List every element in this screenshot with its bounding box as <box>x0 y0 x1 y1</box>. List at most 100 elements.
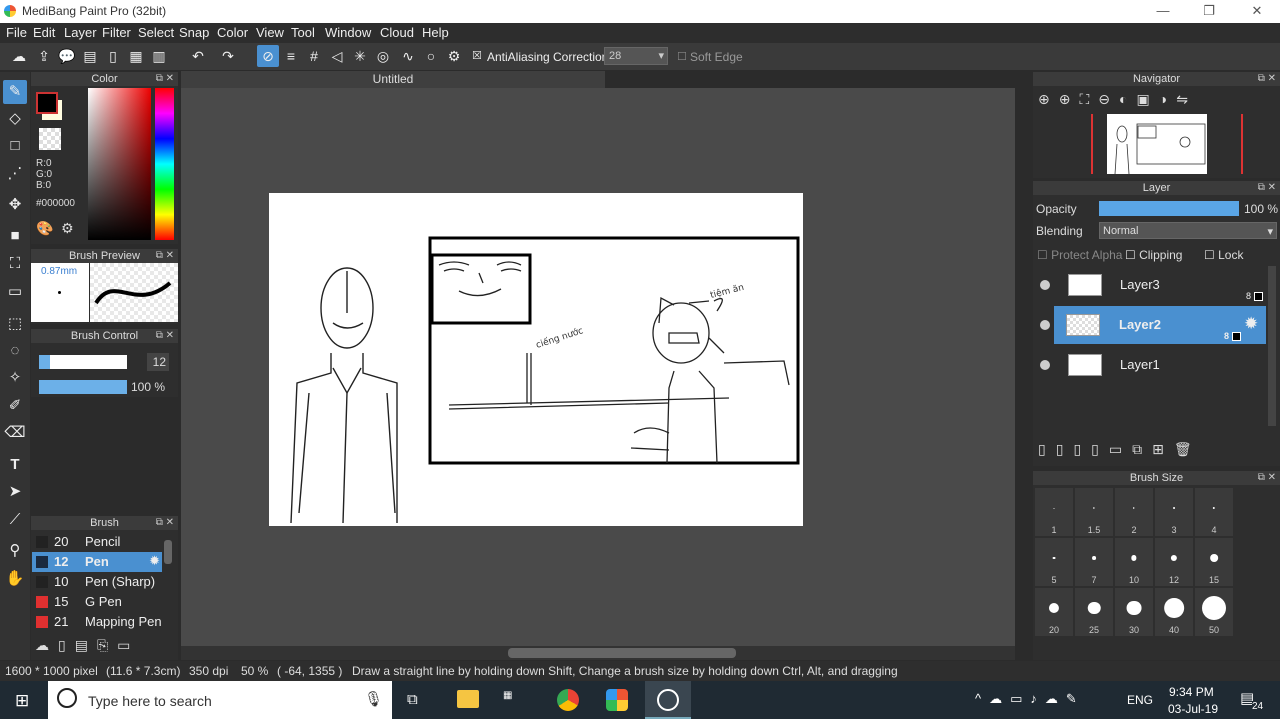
clock-date[interactable]: 03-Jul-19 <box>1168 702 1218 716</box>
add-brush-menu-icon[interactable]: ▤ <box>75 637 97 653</box>
navigator-thumbnail[interactable] <box>1107 114 1207 175</box>
bucket-tool-icon[interactable]: ⛶ <box>3 252 27 276</box>
duplicate-layer-icon[interactable]: ⧉ <box>1132 441 1152 457</box>
panel-close-icon[interactable]: ⧉ ✕ <box>156 516 174 530</box>
perspective-snap-icon[interactable]: ◁ <box>326 45 348 67</box>
foreground-color-swatch[interactable] <box>36 92 58 114</box>
brush-size-slider[interactable] <box>39 355 127 369</box>
panel-close-icon[interactable]: ⧉ ✕ <box>156 249 174 263</box>
brush-size-cell[interactable]: 30 <box>1115 588 1153 636</box>
chrome-icon[interactable] <box>557 689 579 711</box>
brush-size-cell[interactable]: 10 <box>1115 538 1153 586</box>
delete-layer-icon[interactable]: 🗑 <box>1174 441 1202 457</box>
visibility-icon[interactable] <box>1040 360 1050 370</box>
dot-brush-icon[interactable]: ⋰ <box>3 162 27 186</box>
hue-slider[interactable] <box>155 88 174 240</box>
rotate-left-icon[interactable]: ◐ <box>1119 91 1136 107</box>
magic-wand-icon[interactable]: ✧ <box>3 366 27 390</box>
brush-size-cell[interactable]: 50 <box>1195 588 1233 636</box>
task-view-icon[interactable]: ⧉ <box>407 691 418 708</box>
gradient-tool-icon[interactable]: ▭ <box>3 280 27 304</box>
brush-copy-icon[interactable]: ⎘ <box>97 637 117 653</box>
select-eraser-icon[interactable]: ⌫ <box>3 421 27 445</box>
horizontal-scroll-track[interactable] <box>181 646 1015 660</box>
layer-opacity-slider[interactable] <box>1099 201 1239 216</box>
text-tool-icon[interactable]: T <box>3 453 27 477</box>
layer-settings-icon[interactable]: ✹ <box>1244 314 1258 334</box>
brush-size-cell[interactable]: 20 <box>1035 588 1073 636</box>
close-button[interactable]: ✕ <box>1247 3 1267 19</box>
clock-time[interactable]: 9:34 PM <box>1169 685 1214 699</box>
menu-layer[interactable]: Layer <box>64 25 97 40</box>
snap-settings-icon[interactable]: ⚙ <box>443 45 465 67</box>
panel-close-icon[interactable]: ⧉ ✕ <box>156 329 174 343</box>
select-rect-icon[interactable]: ⬚ <box>3 312 27 336</box>
microphone-icon[interactable]: 🎙 <box>364 690 383 708</box>
brush-opacity-slider[interactable] <box>39 380 127 394</box>
menu-help[interactable]: Help <box>422 25 449 40</box>
menu-file[interactable]: File <box>6 25 27 40</box>
antialias-checkbox[interactable]: ☒ <box>472 49 482 62</box>
brush-size-cell[interactable]: 25 <box>1075 588 1113 636</box>
brush-size-cell[interactable]: 40 <box>1155 588 1193 636</box>
menu-cloud[interactable]: Cloud <box>380 25 414 40</box>
rectangle-tool-icon[interactable]: □ <box>3 134 27 158</box>
panel-close-icon[interactable]: ⧉ ✕ <box>1258 72 1276 86</box>
fill-shape-icon[interactable]: ■ <box>3 224 27 248</box>
input-language[interactable]: ENG <box>1127 693 1153 707</box>
brush-size-cell[interactable]: 4 <box>1195 488 1233 536</box>
brush-item-selected[interactable]: 12 Pen ✹ <box>32 552 162 572</box>
maximize-button[interactable]: ❐ <box>1199 3 1219 19</box>
brush-tool-icon[interactable]: ✎ <box>3 80 27 104</box>
layer-list-scrollbar[interactable] <box>1268 266 1276 426</box>
menu-tool[interactable]: Tool <box>291 25 315 40</box>
operation-tool-icon[interactable]: ➤ <box>3 480 27 504</box>
parallel-snap-icon[interactable]: ≡ <box>280 45 302 67</box>
fit-window-icon[interactable]: ⛶ <box>1079 91 1098 107</box>
brush-size-cell[interactable]: 2 <box>1115 488 1153 536</box>
lock-checkbox[interactable]: ☐ Lock <box>1204 248 1243 262</box>
volume-icon[interactable]: ♪ <box>1030 691 1045 706</box>
brush-size-cell[interactable]: 1 <box>1035 488 1073 536</box>
brush-settings-icon[interactable]: ✹ <box>149 553 160 569</box>
brush-item[interactable]: 10 Pen (Sharp) <box>32 572 162 592</box>
soft-edge-checkbox[interactable]: ☐ <box>677 50 687 63</box>
add-brush-icon[interactable]: ▯ <box>58 637 75 653</box>
circle-snap-icon[interactable]: ○ <box>420 45 442 67</box>
hand-tool-icon[interactable]: ✋ <box>3 567 27 591</box>
menu-view[interactable]: View <box>256 25 284 40</box>
panel-layout-icon[interactable]: ▦ <box>125 45 147 67</box>
onedrive-icon[interactable]: ☁ <box>989 691 1010 706</box>
panel-close-icon[interactable]: ⧉ ✕ <box>156 72 174 86</box>
blending-dropdown[interactable]: Normal ▾ <box>1099 222 1277 239</box>
grid-snap-icon[interactable]: # <box>303 45 325 67</box>
palette-icon[interactable]: 🎨 <box>36 220 53 237</box>
brush-size-value[interactable]: 12 <box>147 353 169 371</box>
menu-filter[interactable]: Filter <box>102 25 131 40</box>
brush-size-cell[interactable]: 12 <box>1155 538 1193 586</box>
eyedropper-icon[interactable]: ⚲ <box>3 539 27 563</box>
radial-snap-icon[interactable]: ✳ <box>349 45 371 67</box>
brush-list-scrollbar[interactable] <box>164 540 172 564</box>
menu-color[interactable]: Color <box>217 25 248 40</box>
canvas-area[interactable]: ciếng nước tiệm ăn <box>181 88 1015 659</box>
layer-folder-icon[interactable]: ▭ <box>1109 441 1132 457</box>
menu-snap[interactable]: Snap <box>179 25 209 40</box>
concentric-snap-icon[interactable]: ◎ <box>372 45 394 67</box>
menu-window[interactable]: Window <box>325 25 371 40</box>
brush-item[interactable]: 21 Mapping Pen <box>32 612 162 632</box>
menu-select[interactable]: Select <box>138 25 174 40</box>
pen-icon[interactable]: ✎ <box>1066 691 1085 706</box>
brush-item[interactable]: 20 Pencil <box>32 532 162 552</box>
game-app-icon[interactable]: ▦ <box>503 690 531 710</box>
layer-item-layer1[interactable]: Layer1 <box>1036 346 1266 384</box>
snap-off-icon[interactable]: ⊘ <box>257 45 279 67</box>
network-icon[interactable]: ▭ <box>1010 691 1030 706</box>
visibility-icon[interactable] <box>1040 320 1050 330</box>
tray-expand-icon[interactable]: ^ <box>975 691 989 706</box>
comment-box-icon[interactable]: ▤ <box>79 45 101 67</box>
rotate-right-icon[interactable]: ◑ <box>1159 91 1176 107</box>
eraser-tool-icon[interactable]: ◇ <box>3 107 27 131</box>
new-8bit-layer-icon[interactable]: ▯ <box>1056 441 1074 457</box>
minimize-button[interactable]: — <box>1153 3 1173 18</box>
